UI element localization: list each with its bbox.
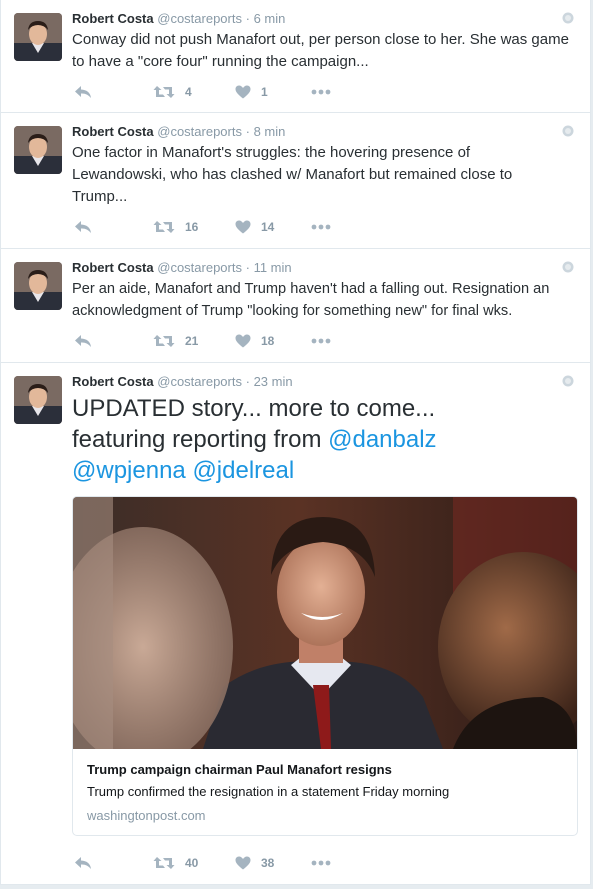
- heart-icon: [235, 856, 251, 870]
- more-button[interactable]: [311, 332, 331, 350]
- tweet-actions: 40 38: [72, 844, 578, 884]
- tweet-text: One factor in Manafort's struggles: the …: [72, 144, 513, 205]
- more-button[interactable]: [311, 854, 331, 872]
- mention-link[interactable]: @danbalz: [328, 426, 436, 453]
- avatar[interactable]: [14, 13, 62, 61]
- heart-icon: [235, 334, 251, 348]
- tweet-actions: 16 14: [72, 208, 578, 248]
- more-button[interactable]: [311, 83, 331, 101]
- globe-icon: [562, 375, 574, 387]
- reply-icon: [75, 335, 91, 347]
- separator: ·: [245, 124, 250, 139]
- timestamp[interactable]: 11 min: [254, 260, 292, 275]
- more-dots-icon: [311, 860, 331, 866]
- heart-icon: [235, 85, 251, 99]
- like-count: 18: [261, 334, 275, 348]
- retweet-count: 16: [185, 220, 199, 234]
- link-card[interactable]: Trump campaign chairman Paul Manafort re…: [72, 496, 578, 836]
- retweet-icon: [153, 221, 175, 233]
- mention-link[interactable]: @wpjenna: [72, 457, 186, 484]
- tweet-text-line: @wpjenna @jdelreal: [72, 455, 578, 486]
- tweet-header: Robert Costa @costareports · 8 min: [72, 123, 578, 141]
- retweet-icon: [153, 857, 175, 869]
- card-image[interactable]: [73, 497, 577, 749]
- retweet-button[interactable]: 21: [153, 332, 198, 350]
- reply-icon: [75, 86, 91, 98]
- retweet-count: 40: [185, 856, 199, 870]
- like-button[interactable]: 38: [235, 854, 274, 872]
- reply-icon: [75, 221, 91, 233]
- more-dots-icon: [311, 338, 331, 344]
- author-name[interactable]: Robert Costa: [72, 374, 154, 389]
- author-handle[interactable]: @costareports: [157, 11, 242, 26]
- retweet-count: 21: [185, 334, 199, 348]
- tweet-text: Per an aide, Manafort and Trump haven't …: [72, 281, 550, 319]
- tweet-text-fragment: featuring reporting from: [72, 426, 329, 453]
- like-button[interactable]: 1: [235, 83, 268, 101]
- tweet-text-line: UPDATED story... more to come...: [72, 395, 436, 422]
- author-handle[interactable]: @costareports: [157, 124, 242, 139]
- card-body: Trump campaign chairman Paul Manafort re…: [73, 749, 577, 835]
- tweet-actions: 4 1: [72, 73, 578, 113]
- more-dots-icon: [311, 89, 331, 95]
- heart-icon: [235, 220, 251, 234]
- separator: ·: [245, 260, 250, 275]
- tweet[interactable]: Robert Costa @costareports · 11 min Per …: [1, 249, 590, 363]
- timeline: Robert Costa @costareports · 6 min Conwa…: [0, 0, 591, 885]
- tweet-text: Conway did not push Manafort out, per pe…: [72, 31, 569, 70]
- reply-icon: [75, 857, 91, 869]
- retweet-button[interactable]: 4: [153, 83, 192, 101]
- card-title[interactable]: Trump campaign chairman Paul Manafort re…: [87, 761, 563, 779]
- tweet[interactable]: Robert Costa @costareports · 23 min UPDA…: [1, 363, 590, 885]
- card-domain: washingtonpost.com: [87, 808, 206, 823]
- globe-icon: [562, 261, 574, 273]
- more-dots-icon: [311, 224, 331, 230]
- retweet-icon: [153, 335, 175, 347]
- tweet[interactable]: Robert Costa @costareports · 8 min One f…: [1, 113, 590, 249]
- avatar[interactable]: [14, 126, 62, 174]
- author-handle[interactable]: @costareports: [157, 260, 242, 275]
- like-count: 1: [261, 85, 268, 99]
- globe-icon: [562, 125, 574, 137]
- like-button[interactable]: 18: [235, 332, 274, 350]
- tweet-header: Robert Costa @costareports · 23 min: [72, 373, 578, 391]
- author-name[interactable]: Robert Costa: [72, 260, 154, 275]
- retweet-icon: [153, 86, 175, 98]
- separator: ·: [245, 11, 250, 26]
- tweet-actions: 21 18: [72, 322, 578, 362]
- more-button[interactable]: [311, 218, 331, 236]
- like-count: 14: [261, 220, 275, 234]
- reply-button[interactable]: [74, 83, 92, 101]
- avatar[interactable]: [14, 376, 62, 424]
- tweet[interactable]: Robert Costa @costareports · 6 min Conwa…: [1, 0, 590, 113]
- retweet-button[interactable]: 16: [153, 218, 198, 236]
- reply-button[interactable]: [74, 854, 92, 872]
- globe-icon: [562, 12, 574, 24]
- timestamp[interactable]: 23 min: [254, 374, 293, 389]
- author-name[interactable]: Robert Costa: [72, 11, 154, 26]
- tweet-header: Robert Costa @costareports · 6 min: [72, 10, 578, 28]
- retweet-count: 4: [185, 85, 192, 99]
- reply-button[interactable]: [74, 218, 92, 236]
- mention-link[interactable]: @jdelreal: [192, 457, 294, 484]
- author-handle[interactable]: @costareports: [157, 374, 242, 389]
- tweet-text-line: featuring reporting from @danbalz: [72, 424, 578, 455]
- author-name[interactable]: Robert Costa: [72, 124, 154, 139]
- avatar[interactable]: [14, 262, 62, 310]
- like-count: 38: [261, 856, 275, 870]
- tweet-header: Robert Costa @costareports · 11 min: [72, 259, 578, 277]
- timestamp[interactable]: 6 min: [254, 11, 286, 26]
- reply-button[interactable]: [74, 332, 92, 350]
- separator: ·: [245, 374, 250, 389]
- like-button[interactable]: 14: [235, 218, 274, 236]
- retweet-button[interactable]: 40: [153, 854, 198, 872]
- tweet-text: UPDATED story... more to come... featuri…: [72, 393, 578, 486]
- timestamp[interactable]: 8 min: [254, 124, 286, 139]
- card-description: Trump confirmed the resignation in a sta…: [87, 784, 450, 799]
